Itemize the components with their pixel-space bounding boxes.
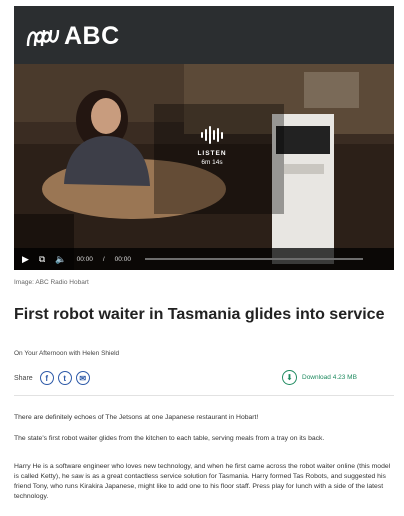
player-background-photo xyxy=(14,64,394,270)
volume-icon[interactable]: 🔈 xyxy=(55,254,66,264)
share-label: Share xyxy=(14,374,33,382)
listen-overlay[interactable]: LISTEN 6m 14s xyxy=(190,126,234,166)
article-paragraph-1: There are definitely echoes of The Jetso… xyxy=(14,414,259,421)
email-icon[interactable]: ✉ xyxy=(75,371,90,385)
download-button[interactable]: ⬇ Download 4.23 MB xyxy=(282,370,357,385)
player-controls: ▶ ⧉ 🔈 00:00 / 00:00 xyxy=(14,248,394,270)
audio-wave-icon xyxy=(190,126,234,144)
abc-lissajous-logo-icon xyxy=(26,29,60,46)
progress-bar[interactable] xyxy=(144,258,363,260)
download-label: Download 4.23 MB xyxy=(302,374,357,381)
program-name[interactable]: On Your Afternoon with Helen Shield xyxy=(14,350,119,357)
site-header: ABC xyxy=(14,6,394,64)
article-title: First robot waiter in Tasmania glides in… xyxy=(14,306,385,323)
play-icon[interactable]: ▶ xyxy=(22,254,29,264)
logo-text: ABC xyxy=(64,22,120,50)
article-paragraph-3: Harry He is a software engineer who love… xyxy=(14,463,391,500)
download-icon: ⬇ xyxy=(282,370,297,385)
facebook-icon[interactable]: f xyxy=(39,371,54,385)
share-row: Share f t ✉ ⬇ Download 4.23 MB xyxy=(14,370,384,386)
image-caption: Image: ABC Radio Hobart xyxy=(14,279,89,286)
listen-label: LISTEN xyxy=(197,150,227,157)
abc-logo[interactable]: ABC xyxy=(26,22,120,51)
article-paragraph-2: The state's first robot waiter glides fr… xyxy=(14,435,325,442)
total-time: 00:00 xyxy=(114,255,131,263)
twitter-icon[interactable]: t xyxy=(57,371,72,385)
audio-player[interactable]: LISTEN 6m 14s ▶ ⧉ 🔈 00:00 / 00:00 xyxy=(14,64,394,270)
divider xyxy=(14,395,394,396)
current-time: 00:00 xyxy=(76,255,93,263)
duration-label: 6m 14s xyxy=(201,159,223,166)
time-separator: / xyxy=(102,255,105,263)
cast-icon[interactable]: ⧉ xyxy=(39,254,45,264)
